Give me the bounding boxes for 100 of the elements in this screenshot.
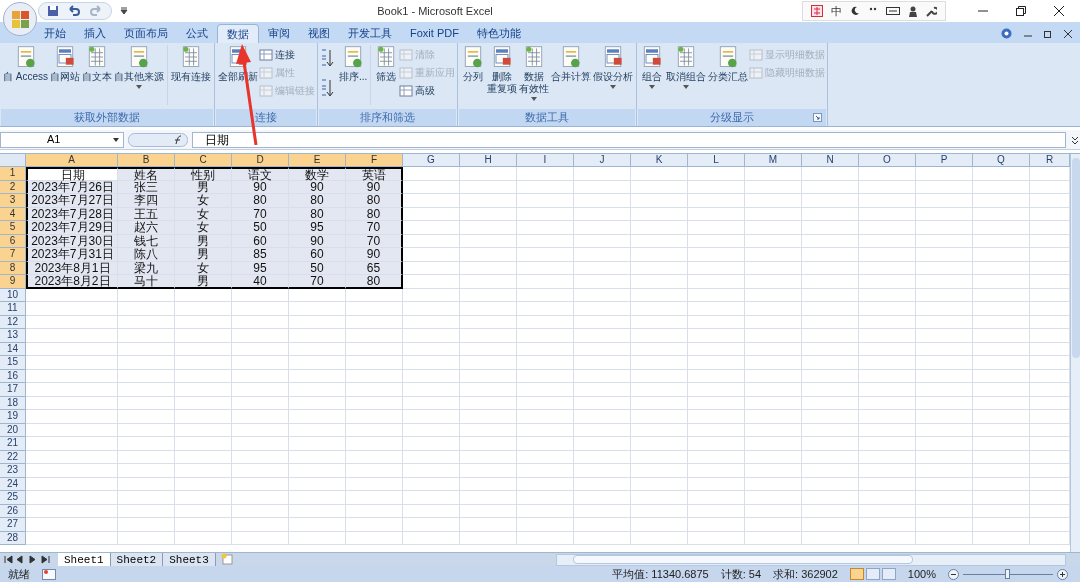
ribbon-button[interactable]: 组合: [639, 45, 666, 89]
row-header[interactable]: 25: [0, 491, 26, 505]
table-cell[interactable]: 40: [232, 275, 289, 289]
ribbon-button[interactable]: 自网站: [49, 45, 81, 83]
ribbon-button[interactable]: 取消组合: [665, 45, 708, 89]
column-header[interactable]: H: [460, 154, 517, 167]
office-button[interactable]: [3, 2, 37, 36]
row-header[interactable]: 15: [0, 356, 26, 370]
column-header[interactable]: J: [574, 154, 631, 167]
formula-field[interactable]: 日期: [192, 131, 1066, 148]
ribbon-button[interactable]: 删除 重复项: [486, 45, 519, 95]
zoom-level[interactable]: 100%: [907, 565, 936, 582]
table-cell[interactable]: 95: [289, 221, 346, 235]
row-header[interactable]: 7: [0, 248, 26, 262]
ribbon-button[interactable]: 自文本: [81, 45, 113, 83]
function-icon[interactable]: [128, 132, 188, 147]
row-header[interactable]: 9: [0, 275, 26, 289]
restore-icon[interactable]: [1044, 29, 1052, 38]
row-header[interactable]: 3: [0, 194, 26, 208]
table-cell[interactable]: 80: [346, 194, 403, 208]
ribbon-tab[interactable]: 视图: [299, 24, 339, 43]
ime-logo-icon[interactable]: [811, 5, 823, 17]
undo-icon[interactable]: [67, 5, 81, 17]
ribbon-button[interactable]: 现有连接: [170, 45, 212, 83]
ribbon-tab[interactable]: 插入: [75, 24, 115, 43]
ribbon-button[interactable]: 自其他来源: [113, 45, 165, 89]
person-icon[interactable]: [908, 5, 918, 17]
ribbon-button[interactable]: 数据 有效性: [518, 45, 551, 101]
horizontal-scrollbar[interactable]: [555, 553, 1066, 566]
table-cell[interactable]: 女: [175, 221, 232, 235]
table-cell[interactable]: 2023年7月29日: [26, 221, 118, 235]
column-header[interactable]: O: [859, 154, 916, 167]
select-all-corner[interactable]: [0, 154, 26, 167]
ribbon-button[interactable]: 分列: [460, 45, 487, 83]
row-header[interactable]: 27: [0, 518, 26, 532]
column-header[interactable]: E: [289, 154, 346, 167]
name-box[interactable]: A1: [0, 131, 124, 148]
table-cell[interactable]: 80: [232, 194, 289, 208]
column-header[interactable]: F: [346, 154, 403, 167]
table-cell[interactable]: 性别: [175, 167, 232, 181]
sheet-tab[interactable]: Sheet1: [58, 553, 111, 566]
zoom-slider-thumb[interactable]: [1005, 568, 1010, 579]
ribbon-small-button[interactable]: 高级: [399, 83, 456, 98]
column-header[interactable]: C: [175, 154, 232, 167]
sort-ascending-icon[interactable]: [320, 49, 334, 67]
table-cell[interactable]: 男: [175, 275, 232, 289]
vertical-scrollbar[interactable]: [1070, 154, 1080, 552]
table-cell[interactable]: 语文: [232, 167, 289, 181]
sheet-tab[interactable]: Sheet2: [110, 553, 164, 566]
row-header[interactable]: 13: [0, 329, 26, 343]
column-header[interactable]: R: [1030, 154, 1070, 167]
table-cell[interactable]: 马十: [118, 275, 175, 289]
column-header[interactable]: K: [631, 154, 688, 167]
close-icon[interactable]: [1064, 29, 1072, 38]
column-header[interactable]: P: [916, 154, 973, 167]
table-cell[interactable]: 80: [346, 275, 403, 289]
column-header[interactable]: I: [517, 154, 574, 167]
macro-record-icon[interactable]: [42, 568, 56, 580]
table-cell[interactable]: 日期: [26, 167, 118, 181]
ime-mode[interactable]: 中: [831, 2, 842, 20]
column-header[interactable]: Q: [973, 154, 1030, 167]
row-header[interactable]: 19: [0, 410, 26, 424]
redo-icon[interactable]: [89, 5, 103, 17]
row-header[interactable]: 21: [0, 437, 26, 451]
zoom-in-icon[interactable]: [1057, 568, 1068, 580]
column-header[interactable]: D: [232, 154, 289, 167]
table-cell[interactable]: 女: [175, 194, 232, 208]
row-header[interactable]: 1: [0, 167, 26, 181]
row-header[interactable]: 17: [0, 383, 26, 397]
ribbon-tab[interactable]: 公式: [177, 24, 217, 43]
help-icon[interactable]: [1001, 28, 1012, 39]
table-cell[interactable]: 50: [232, 221, 289, 235]
table-cell[interactable]: 70: [289, 275, 346, 289]
table-cell[interactable]: 陈八: [118, 248, 175, 262]
restore-icon[interactable]: [1016, 6, 1026, 16]
sheet-tab[interactable]: Sheet3: [163, 553, 216, 566]
sort-descending-icon[interactable]: [320, 79, 334, 97]
close-icon[interactable]: [1054, 6, 1064, 16]
ribbon-tab[interactable]: 数据: [217, 24, 259, 43]
column-header[interactable]: N: [802, 154, 859, 167]
ribbon-tab[interactable]: 开发工具: [339, 24, 401, 43]
table-cell[interactable]: 2023年8月2日: [26, 275, 118, 289]
ribbon-button[interactable]: 假设分析: [592, 45, 635, 89]
table-cell[interactable]: 英语: [346, 167, 403, 181]
table-cell[interactable]: 2023年7月31日: [26, 248, 118, 262]
ribbon-tab[interactable]: 开始: [35, 24, 75, 43]
column-header[interactable]: B: [118, 154, 175, 167]
column-header[interactable]: A: [26, 154, 118, 167]
keyboard-icon[interactable]: [886, 6, 900, 16]
ribbon-button[interactable]: 合并计算: [550, 45, 593, 83]
column-header[interactable]: M: [745, 154, 802, 167]
table-cell[interactable]: 2023年7月27日: [26, 194, 118, 208]
column-header[interactable]: G: [403, 154, 460, 167]
customize-caret-icon[interactable]: [120, 7, 128, 15]
table-cell[interactable]: 90: [346, 248, 403, 262]
moon-icon[interactable]: [850, 6, 860, 16]
ribbon-button[interactable]: 排序...: [338, 45, 369, 83]
view-button[interactable]: [849, 568, 864, 580]
ribbon-tab[interactable]: 特色功能: [467, 24, 530, 43]
view-button[interactable]: [881, 568, 896, 580]
